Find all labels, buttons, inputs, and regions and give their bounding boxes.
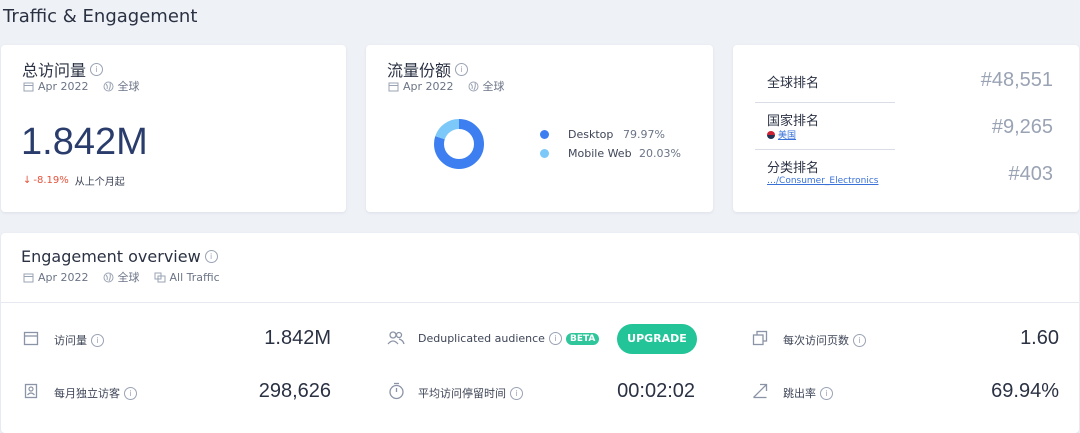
date-label[interactable]: Apr 2022: [38, 271, 89, 284]
globe-icon: [468, 81, 479, 91]
country-rank-value: #9,265: [991, 116, 1053, 138]
legend-item-mobile: Mobile Web 20.03%: [540, 143, 681, 163]
share-legend: Desktop 79.97% Mobile Web 20.03%: [540, 124, 681, 163]
info-icon[interactable]: i: [548, 332, 562, 345]
legend-label: Desktop: [568, 127, 614, 141]
divider: [755, 102, 895, 103]
desktop-dot-icon: [540, 129, 549, 139]
globe-icon: [103, 81, 114, 91]
legend-label: Mobile Web: [568, 146, 632, 160]
change-label: 从上个月起: [74, 177, 125, 188]
change-value: -8.19%: [33, 175, 69, 186]
ranks-card: 全球排名 #48,551 国家排名 美国 #9,265 分类排名 …/Consu…: [733, 45, 1079, 212]
card-title: Engagement overview: [21, 247, 201, 266]
globe-icon: [103, 272, 114, 282]
total-visits-value: 1.842M: [21, 121, 148, 163]
down-arrow-icon: ↓: [23, 175, 32, 186]
category-link[interactable]: …/Consumer_Electronics: [767, 176, 878, 186]
beta-badge: BETA: [565, 332, 600, 345]
mobile-dot-icon: [540, 148, 549, 158]
info-icon[interactable]: i: [90, 62, 104, 76]
pages-per-visit-value: 1.60: [1020, 327, 1059, 349]
calendar-icon: [23, 82, 34, 91]
total-visits-card: 总访问量 i Apr 2022 全球 1.842M ↓ -8.19% 从上个月起: [1, 45, 346, 212]
pages-per-visit-label: 每次访问页数: [783, 334, 849, 347]
calendar-icon: [23, 273, 34, 282]
us-flag-icon: [767, 130, 775, 139]
global-rank-value: #48,551: [980, 69, 1053, 91]
legend-item-desktop: Desktop 79.97%: [540, 124, 681, 144]
visits-value: 1.842M: [264, 327, 331, 349]
divider: [755, 149, 895, 150]
info-icon[interactable]: i: [510, 386, 523, 400]
region-label[interactable]: 全球: [483, 78, 505, 94]
info-icon[interactable]: i: [124, 386, 137, 400]
region-label[interactable]: 全球: [118, 269, 140, 285]
legend-value: 20.03%: [639, 146, 681, 160]
unique-visitors-icon: [24, 383, 38, 399]
info-icon[interactable]: i: [820, 386, 833, 400]
monthly-unique-visitors-value: 298,626: [258, 380, 331, 402]
calendar-icon: [388, 82, 399, 91]
date-label[interactable]: Apr 2022: [403, 80, 454, 93]
traffic-label[interactable]: All Traffic: [170, 271, 220, 284]
bounce-rate-value: 69.94%: [991, 380, 1059, 402]
legend-value: 79.97%: [623, 127, 665, 141]
global-rank-label: 全球排名: [767, 76, 820, 91]
visits-label: 访问量: [54, 334, 87, 347]
calendar-icon: [23, 331, 39, 346]
monthly-unique-visitors-label: 每月独立访客: [54, 387, 120, 400]
divider: [1, 302, 1079, 303]
bounce-rate-label: 跳出率: [783, 387, 816, 400]
info-icon[interactable]: i: [455, 62, 469, 76]
avg-visit-duration-label: 平均访问停留时间: [418, 387, 506, 400]
traffic-share-donut: [434, 119, 484, 169]
audience-icon: [387, 331, 405, 345]
info-icon[interactable]: i: [853, 333, 866, 347]
avg-visit-duration-value: 00:02:02: [617, 380, 695, 402]
country-rank-label: 国家排名: [767, 114, 820, 129]
category-rank-value: #403: [1008, 163, 1054, 185]
upgrade-button[interactable]: UPGRADE: [617, 324, 697, 354]
stopwatch-icon: [389, 382, 404, 400]
page-title: Traffic & Engagement: [3, 6, 198, 27]
date-label[interactable]: Apr 2022: [38, 80, 89, 93]
country-link[interactable]: 美国: [778, 128, 796, 141]
bounce-rate-icon: [753, 383, 768, 399]
traffic-share-card: 流量份额 i Apr 2022 全球 Desktop 79.97% Mobile…: [366, 45, 713, 212]
dedup-audience-label: Deduplicated audience: [418, 332, 545, 345]
pages-icon: [752, 330, 768, 346]
region-label[interactable]: 全球: [118, 78, 140, 94]
engagement-card: Engagement overview i Apr 2022 全球 All Tr…: [1, 233, 1079, 433]
traffic-source-icon: [154, 272, 166, 282]
info-icon[interactable]: i: [204, 250, 218, 263]
category-rank-label: 分类排名: [767, 161, 820, 176]
info-icon[interactable]: i: [91, 333, 104, 347]
